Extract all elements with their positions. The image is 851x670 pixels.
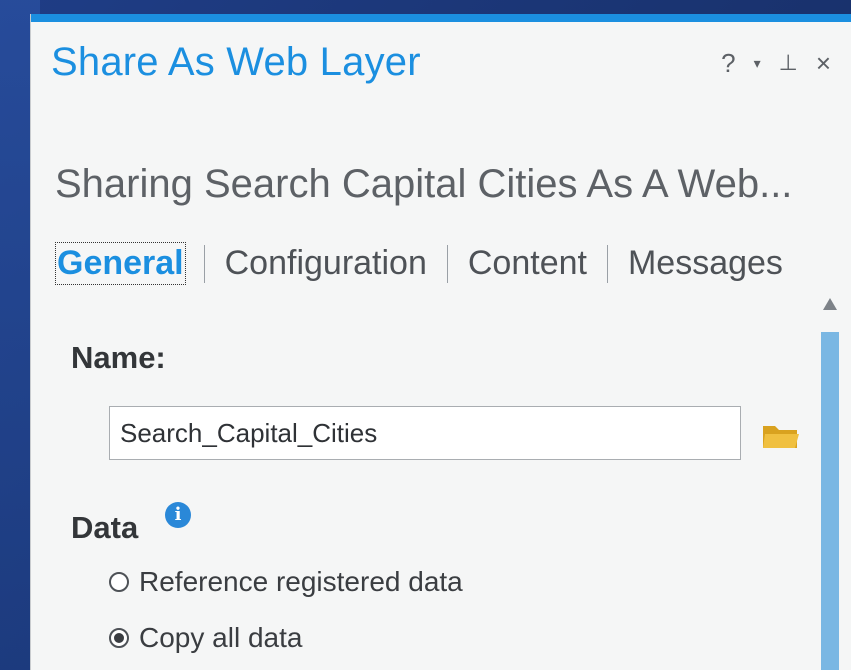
- tab-divider: [446, 244, 448, 283]
- radio-button-unchecked[interactable]: [109, 572, 129, 592]
- close-button[interactable]: ×: [816, 50, 831, 76]
- radio-reference-registered-data[interactable]: Reference registered data: [109, 566, 463, 598]
- scroll-up-arrow-icon[interactable]: [823, 298, 837, 310]
- folder-icon[interactable]: [761, 422, 801, 450]
- share-as-web-layer-pane: Share As Web Layer ? ▾ ⊥ × Sharing Searc…: [30, 14, 851, 670]
- pane-accent-bar: [31, 14, 851, 22]
- data-label: Data: [71, 510, 139, 545]
- pane-menu-button[interactable]: ▾: [754, 50, 761, 76]
- vertical-scrollbar[interactable]: [819, 298, 841, 670]
- pane-title: Share As Web Layer: [51, 40, 421, 84]
- tab-messages[interactable]: Messages: [628, 244, 783, 283]
- radio-label: Copy all data: [139, 622, 303, 653]
- radio-label: Reference registered data: [139, 566, 463, 597]
- name-input[interactable]: [109, 406, 741, 460]
- sharing-subtitle: Sharing Search Capital Cities As A Web..…: [55, 162, 793, 206]
- radio-copy-all-data[interactable]: Copy all data: [109, 622, 302, 654]
- tab-divider: [606, 244, 608, 283]
- scroll-thumb[interactable]: [821, 332, 839, 670]
- pin-icon[interactable]: ⊥: [779, 50, 798, 76]
- radio-button-checked[interactable]: [109, 628, 129, 648]
- pane-title-controls: ? ▾ ⊥ ×: [721, 50, 831, 76]
- tab-divider: [203, 244, 205, 283]
- tab-general[interactable]: General: [55, 242, 186, 285]
- tab-bar: General Configuration Content Messages: [55, 242, 783, 285]
- help-button[interactable]: ?: [721, 50, 735, 76]
- tab-content[interactable]: Content: [468, 244, 587, 283]
- name-label: Name:: [71, 340, 166, 375]
- info-icon[interactable]: i: [165, 502, 191, 528]
- tab-configuration[interactable]: Configuration: [225, 244, 427, 283]
